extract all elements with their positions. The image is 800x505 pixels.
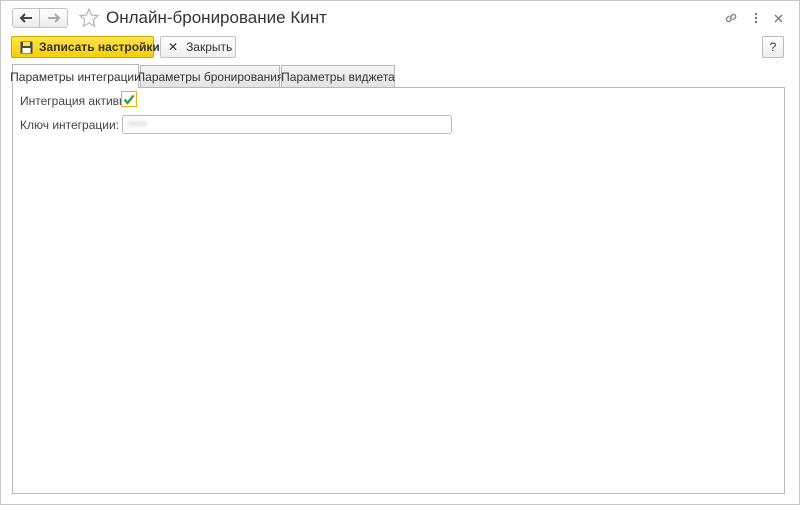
close-button[interactable]: ✕ Закрыть <box>160 36 236 58</box>
integration-key-label: Ключ интеграции: <box>20 118 120 132</box>
arrow-right-icon <box>47 13 60 23</box>
tab-widget-params[interactable]: Параметры виджета <box>281 65 395 88</box>
close-icon[interactable] <box>770 10 786 26</box>
arrow-left-icon <box>19 13 32 23</box>
integration-active-label: Интеграция активна: <box>20 94 136 108</box>
tab-integration-params[interactable]: Параметры интеграции <box>10 64 141 88</box>
close-x-icon: ✕ <box>168 40 179 54</box>
page-title: Онлайн-бронирование Кинт <box>106 8 327 27</box>
back-button[interactable] <box>12 8 40 28</box>
save-settings-label: Записать настройки <box>39 40 160 54</box>
integration-key-value: ••••• <box>128 118 148 130</box>
link-icon[interactable] <box>723 10 739 26</box>
tab-booking-params[interactable]: Параметры бронирования <box>137 65 283 88</box>
window: Онлайн-бронирование Кинт Записать настро… <box>0 0 800 505</box>
title-bar: Онлайн-бронирование Кинт <box>1 1 799 35</box>
integration-active-checkbox[interactable] <box>121 91 137 107</box>
star-icon[interactable] <box>78 7 100 29</box>
floppy-disk-icon <box>20 41 33 54</box>
help-button[interactable]: ? <box>762 36 784 58</box>
more-icon[interactable] <box>748 10 764 26</box>
checkmark-icon <box>123 94 135 105</box>
save-settings-button[interactable]: Записать настройки <box>11 36 160 58</box>
forward-button[interactable] <box>40 8 68 28</box>
tab-panel: Интеграция активна: Ключ интеграции: •••… <box>12 87 785 494</box>
close-button-label: Закрыть <box>186 40 233 54</box>
integration-key-input[interactable]: ••••• <box>122 115 452 134</box>
